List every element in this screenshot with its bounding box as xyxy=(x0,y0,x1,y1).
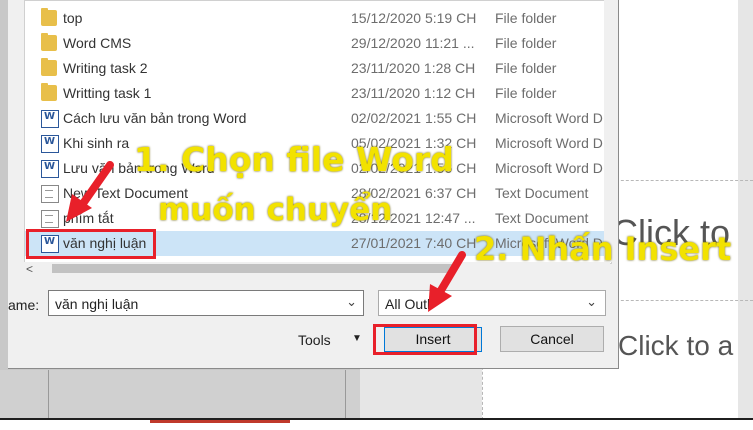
annotation-arrows xyxy=(66,161,466,312)
arrow-icon xyxy=(66,161,114,222)
arrow-icon xyxy=(428,251,466,312)
